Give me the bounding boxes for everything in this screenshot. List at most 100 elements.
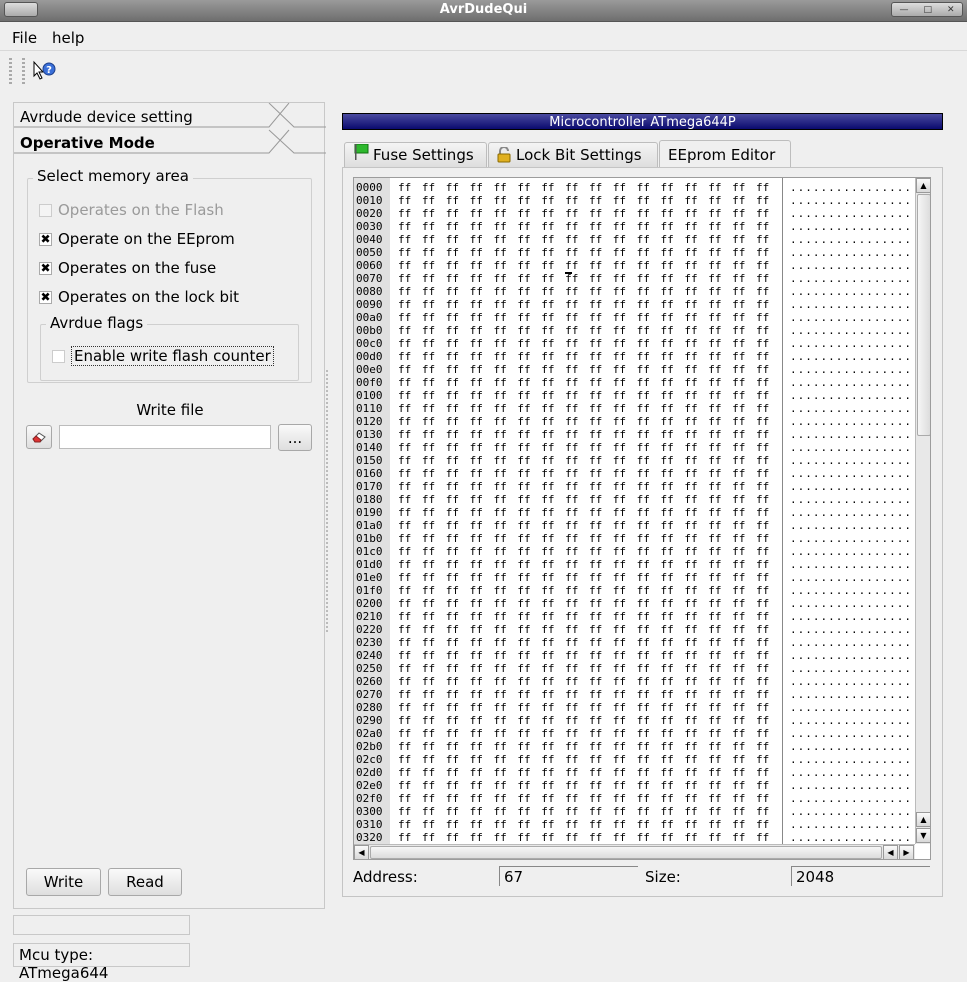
hex-row-bytes[interactable]: ff ff ff ff ff ff ff ff ff ff ff ff ff f…	[398, 766, 769, 779]
hex-row-bytes[interactable]: ff ff ff ff ff ff ff ff ff ff ff ff ff f…	[398, 194, 769, 207]
hex-row-ascii[interactable]: ................	[790, 324, 912, 337]
hex-row[interactable]: 0040 ff ff ff ff ff ff ff ff ff ff ff ff …	[354, 233, 914, 246]
hex-row-bytes[interactable]: ff ff ff ff ff ff ff ff ff ff ff ff ff f…	[398, 298, 769, 311]
tab-lock-bit-settings[interactable]: Lock Bit Settings	[488, 142, 658, 167]
hex-row-ascii[interactable]: ................	[790, 519, 912, 532]
hex-row-bytes[interactable]: ff ff ff ff ff ff ff ff ff ff ff ff ff f…	[398, 831, 769, 844]
hex-row-ascii[interactable]: ................	[790, 311, 912, 324]
hex-row[interactable]: 02f0 ff ff ff ff ff ff ff ff ff ff ff ff …	[354, 792, 914, 805]
hex-row[interactable]: 02b0 ff ff ff ff ff ff ff ff ff ff ff ff …	[354, 740, 914, 753]
hex-row[interactable]: 0030 ff ff ff ff ff ff ff ff ff ff ff ff …	[354, 220, 914, 233]
hex-row[interactable]: 0230 ff ff ff ff ff ff ff ff ff ff ff ff …	[354, 636, 914, 649]
horizontal-scroll-thumb[interactable]	[370, 846, 882, 859]
hex-row[interactable]: 0170 ff ff ff ff ff ff ff ff ff ff ff ff …	[354, 480, 914, 493]
hex-row-ascii[interactable]: ................	[790, 805, 912, 818]
hex-row[interactable]: 01b0 ff ff ff ff ff ff ff ff ff ff ff ff …	[354, 532, 914, 545]
scroll-left-icon[interactable]: ◀	[883, 845, 898, 859]
maximize-icon[interactable]: □	[923, 5, 932, 15]
hex-row-ascii[interactable]: ................	[790, 649, 912, 662]
hex-row-ascii[interactable]: ................	[790, 714, 912, 727]
scroll-up-icon[interactable]: ▲	[916, 812, 930, 827]
hex-row[interactable]: 0240 ff ff ff ff ff ff ff ff ff ff ff ff …	[354, 649, 914, 662]
hex-row-bytes[interactable]: ff ff ff ff ff ff ff ff ff ff ff ff ff f…	[398, 584, 769, 597]
hex-row-ascii[interactable]: ................	[790, 428, 912, 441]
hex-row-ascii[interactable]: ................	[790, 337, 912, 350]
hex-row-bytes[interactable]: ff ff ff ff ff ff ff ff ff ff ff ff ff f…	[398, 519, 769, 532]
scroll-down-icon[interactable]: ▼	[916, 828, 930, 843]
hex-row-ascii[interactable]: ................	[790, 558, 912, 571]
hex-row[interactable]: 0250 ff ff ff ff ff ff ff ff ff ff ff ff …	[354, 662, 914, 675]
hex-row-ascii[interactable]: ................	[790, 454, 912, 467]
hex-row-ascii[interactable]: ................	[790, 259, 912, 272]
hex-row[interactable]: 0060 ff ff ff ff ff ff ff ff ff ff ff ff …	[354, 259, 914, 272]
hex-row-ascii[interactable]: ................	[790, 740, 912, 753]
hex-editor[interactable]: 0000 ff ff ff ff ff ff ff ff ff ff ff ff …	[353, 177, 931, 860]
hex-row[interactable]: 0270 ff ff ff ff ff ff ff ff ff ff ff ff …	[354, 688, 914, 701]
hex-row[interactable]: 0100 ff ff ff ff ff ff ff ff ff ff ff ff …	[354, 389, 914, 402]
splitter-handle[interactable]	[326, 370, 328, 634]
whats-this-help-icon[interactable]: ?	[32, 60, 56, 82]
hex-row-bytes[interactable]: ff ff ff ff ff ff ff ff ff ff ff ff ff f…	[398, 454, 769, 467]
hex-row-bytes[interactable]: ff ff ff ff ff ff ff ff ff ff ff ff ff f…	[398, 571, 769, 584]
hex-row-bytes[interactable]: ff ff ff ff ff ff ff ff ff ff ff ff ff f…	[398, 753, 769, 766]
menu-help[interactable]: help	[52, 29, 84, 47]
hex-row-bytes[interactable]: ff ff ff ff ff ff ff ff ff ff ff ff ff f…	[398, 363, 769, 376]
hex-row-bytes[interactable]: ff ff ff ff ff ff ff ff ff ff ff ff ff f…	[398, 675, 769, 688]
hex-row[interactable]: 01d0 ff ff ff ff ff ff ff ff ff ff ff ff …	[354, 558, 914, 571]
hex-row-bytes[interactable]: ff ff ff ff ff ff ff ff ff ff ff ff ff f…	[398, 688, 769, 701]
hex-row-bytes[interactable]: ff ff ff ff ff ff ff ff ff ff ff ff ff f…	[398, 207, 769, 220]
hex-row-ascii[interactable]: ................	[790, 363, 912, 376]
vertical-scroll-thumb[interactable]	[917, 194, 930, 436]
hex-row-bytes[interactable]: ff ff ff ff ff ff ff ff ff ff ff ff ff f…	[398, 376, 769, 389]
hex-row-ascii[interactable]: ................	[790, 818, 912, 831]
tab-eeprom-editor[interactable]: EEprom Editor	[659, 140, 791, 168]
hex-row-bytes[interactable]: ff ff ff ff ff ff ff ff ff ff ff ff ff f…	[398, 701, 769, 714]
hex-row-ascii[interactable]: ................	[790, 597, 912, 610]
menu-file[interactable]: File	[12, 29, 37, 47]
hex-row-ascii[interactable]: ................	[790, 766, 912, 779]
toolbar-grip[interactable]	[9, 58, 12, 86]
write-button[interactable]: Write	[26, 868, 101, 896]
hex-row[interactable]: 0200 ff ff ff ff ff ff ff ff ff ff ff ff …	[354, 597, 914, 610]
lockbit-checkbox[interactable]: ✖ Operates on the lock bit	[39, 288, 239, 306]
scroll-left-icon[interactable]: ◀	[354, 845, 369, 859]
hex-row[interactable]: 01f0 ff ff ff ff ff ff ff ff ff ff ff ff …	[354, 584, 914, 597]
hex-row-ascii[interactable]: ................	[790, 610, 912, 623]
hex-row-bytes[interactable]: ff ff ff ff ff ff ff ff ff ff ff ff ff f…	[398, 636, 769, 649]
flash-checkbox[interactable]: Operates on the Flash	[39, 201, 224, 219]
hex-row-bytes[interactable]: ff ff ff ff ff ff ff ff ff ff ff ff ff f…	[398, 220, 769, 233]
hex-row[interactable]: 0150 ff ff ff ff ff ff ff ff ff ff ff ff …	[354, 454, 914, 467]
hex-row-ascii[interactable]: ................	[790, 571, 912, 584]
hex-row-bytes[interactable]: ff ff ff ff ff ff ff ff ff ff ff ff ff f…	[398, 649, 769, 662]
hex-row-ascii[interactable]: ................	[790, 467, 912, 480]
hex-row[interactable]: 0160 ff ff ff ff ff ff ff ff ff ff ff ff …	[354, 467, 914, 480]
hex-row-bytes[interactable]: ff ff ff ff ff ff ff ff ff ff ff ff ff f…	[398, 779, 769, 792]
hex-row-bytes[interactable]: ff ff ff ff ff ff ff ff ff ff ff ff ff f…	[398, 662, 769, 675]
toolbox-tab-operative-mode[interactable]: Operative Mode	[20, 134, 155, 152]
hex-row[interactable]: 02e0 ff ff ff ff ff ff ff ff ff ff ff ff …	[354, 779, 914, 792]
write-flash-counter-checkbox[interactable]: Enable write flash counter	[52, 346, 274, 366]
hex-row-bytes[interactable]: ff ff ff ff ff ff ff ff ff ff ff ff ff f…	[398, 428, 769, 441]
hex-vertical-scrollbar[interactable]: ▲ ▲ ▼	[915, 178, 930, 844]
hex-row-ascii[interactable]: ................	[790, 792, 912, 805]
hex-row-bytes[interactable]: ff ff ff ff ff ff ff ff ff ff ff ff ff f…	[398, 285, 769, 298]
check-mark-icon[interactable]: ✖	[39, 290, 52, 304]
close-icon[interactable]: ✕	[947, 5, 955, 15]
check-mark-icon[interactable]: ✖	[39, 232, 52, 246]
hex-row-ascii[interactable]: ................	[790, 727, 912, 740]
hex-row-ascii[interactable]: ................	[790, 675, 912, 688]
hex-row-bytes[interactable]: ff ff ff ff ff ff ff ff ff ff ff ff ff f…	[398, 233, 769, 246]
hex-row-bytes[interactable]: ff ff ff ff ff ff ff ff ff ff ff ff ff f…	[398, 181, 769, 194]
hex-row-bytes[interactable]: ff ff ff ff ff ff ff ff ff ff ff ff ff f…	[398, 597, 769, 610]
hex-row-ascii[interactable]: ................	[790, 688, 912, 701]
hex-row[interactable]: 0080 ff ff ff ff ff ff ff ff ff ff ff ff …	[354, 285, 914, 298]
hex-row-ascii[interactable]: ................	[790, 779, 912, 792]
hex-row[interactable]: 0310 ff ff ff ff ff ff ff ff ff ff ff ff …	[354, 818, 914, 831]
hex-row[interactable]: 02c0 ff ff ff ff ff ff ff ff ff ff ff ff …	[354, 753, 914, 766]
hex-row-bytes[interactable]: ff ff ff ff ff ff ff ff ff ff ff ff ff f…	[398, 246, 769, 259]
hex-row[interactable]: 0000 ff ff ff ff ff ff ff ff ff ff ff ff …	[354, 181, 914, 194]
hex-row-bytes[interactable]: ff ff ff ff ff ff ff ff ff ff ff ff ff f…	[398, 272, 769, 285]
hex-row-bytes[interactable]: ff ff ff ff ff ff ff ff ff ff ff ff ff f…	[398, 740, 769, 753]
hex-row[interactable]: 0180 ff ff ff ff ff ff ff ff ff ff ff ff …	[354, 493, 914, 506]
scroll-right-icon[interactable]: ▶	[899, 845, 914, 859]
